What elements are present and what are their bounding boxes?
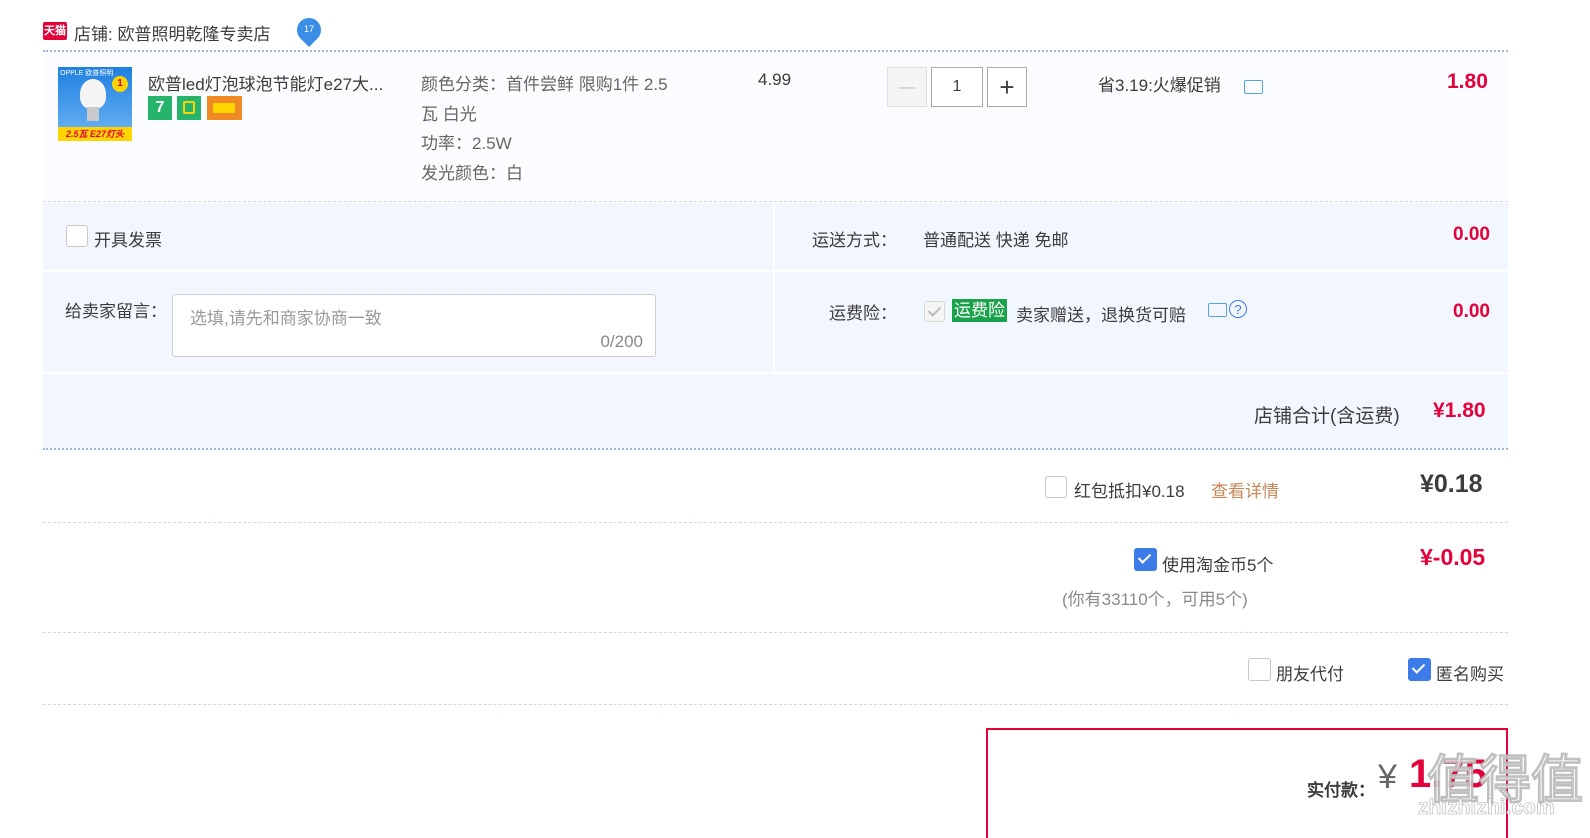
coin-note: (你有33110个，可用5个)	[1062, 590, 1248, 609]
shop-total-divider	[43, 448, 1508, 450]
row-divider	[43, 632, 1508, 633]
quantity-decrease-button[interactable]: —	[887, 67, 927, 107]
insurance-label: 运费险：	[829, 304, 897, 323]
insurance-tag: 运费险	[952, 299, 1007, 322]
message-label: 给卖家留言：	[65, 302, 167, 321]
invoice-label: 开具发票	[94, 231, 162, 250]
guarantee-icon	[177, 96, 201, 120]
chat-bubble-icon[interactable]	[1208, 303, 1227, 317]
friend-pay-checkbox[interactable]	[1248, 658, 1271, 681]
panel-vertical-divider	[773, 203, 775, 373]
payment-currency: ¥	[1378, 758, 1397, 796]
quantity-input[interactable]	[931, 67, 983, 107]
message-textarea[interactable]: 选填,请先和商家协商一致 0/200	[172, 294, 656, 357]
panel-horizontal-divider	[43, 372, 1508, 374]
row-divider	[43, 522, 1508, 523]
redpacket-label: 红包抵扣¥0.18	[1074, 482, 1185, 501]
redpacket-value: ¥0.18	[1420, 470, 1483, 498]
product-title[interactable]: 欧普led灯泡球泡节能灯e27大...	[148, 70, 383, 95]
unit-price: 4.99	[758, 70, 792, 89]
redpacket-details-link[interactable]: 查看详情	[1211, 477, 1279, 502]
help-icon[interactable]: ?	[1229, 300, 1247, 318]
row-divider	[43, 201, 1508, 202]
spec-line: 颜色分类：首件尝鲜 限购1件 2.5	[421, 75, 668, 94]
promo-text: 省3.19:火爆促销	[1098, 76, 1221, 95]
shipping-method[interactable]: 普通配送 快递 免邮	[923, 226, 1068, 251]
shop-level-number: 17	[303, 24, 314, 34]
chat-bubble-icon[interactable]	[1244, 80, 1263, 94]
site-watermark-url: zhizhizhi.com	[1418, 796, 1555, 820]
coin-label: 使用淘金币5个	[1162, 556, 1274, 575]
payment-label: 实付款：	[1307, 781, 1375, 800]
spec-line: 发光颜色：白	[421, 163, 523, 183]
coin-checkbox[interactable]	[1134, 548, 1157, 571]
insurance-fee: 0.00	[1453, 301, 1490, 322]
bulb-icon	[80, 79, 106, 109]
quantity-increase-button[interactable]: +	[987, 67, 1027, 107]
anonymous-label: 匿名购买	[1436, 665, 1504, 684]
spec-line: 功率：2.5W	[421, 134, 512, 153]
product-subtotal: 1.80	[1447, 70, 1488, 93]
message-placeholder: 选填,请先和商家协商一致	[190, 309, 382, 328]
shipping-label: 运送方式：	[812, 231, 897, 250]
product-thumbnail[interactable]: OPPLE 欧普照明 1 2.5瓦 E27灯头	[58, 67, 132, 141]
shop-divider	[43, 50, 1508, 52]
row-divider	[43, 704, 1508, 705]
thumb-tag: 1	[112, 76, 128, 92]
insurance-text: 卖家赠送，退换货可赔	[1016, 306, 1186, 325]
friend-pay-label: 朋友代付	[1276, 665, 1344, 684]
card-icon	[207, 96, 242, 120]
shipping-fee: 0.00	[1453, 224, 1490, 245]
seven-day-return-icon: 7	[148, 96, 172, 120]
bulb-base-icon	[87, 107, 99, 121]
product-specs: 颜色分类：首件尝鲜 限购1件 2.5 瓦 白光 功率：2.5W 发光颜色：白	[421, 70, 668, 188]
shop-total-value: ¥1.80	[1433, 399, 1486, 422]
thumb-bottom-text: 2.5瓦 E27灯头	[58, 127, 132, 141]
insurance-checkbox	[924, 301, 945, 322]
message-counter: 0/200	[600, 332, 643, 351]
spec-line: 瓦 白光	[421, 104, 477, 124]
shop-name[interactable]: 店铺: 欧普照明乾隆专卖店	[74, 20, 270, 45]
thumb-brand-text: OPPLE 欧普照明	[60, 70, 114, 77]
anonymous-checkbox[interactable]	[1408, 658, 1431, 681]
coin-value: ¥-0.05	[1420, 544, 1486, 570]
redpacket-checkbox[interactable]	[1045, 476, 1067, 498]
shop-total-label: 店铺合计(含运费)	[1254, 406, 1400, 427]
invoice-checkbox[interactable]	[66, 225, 88, 247]
tmall-badge: 天猫	[43, 22, 67, 40]
panel-horizontal-divider	[43, 270, 1508, 272]
